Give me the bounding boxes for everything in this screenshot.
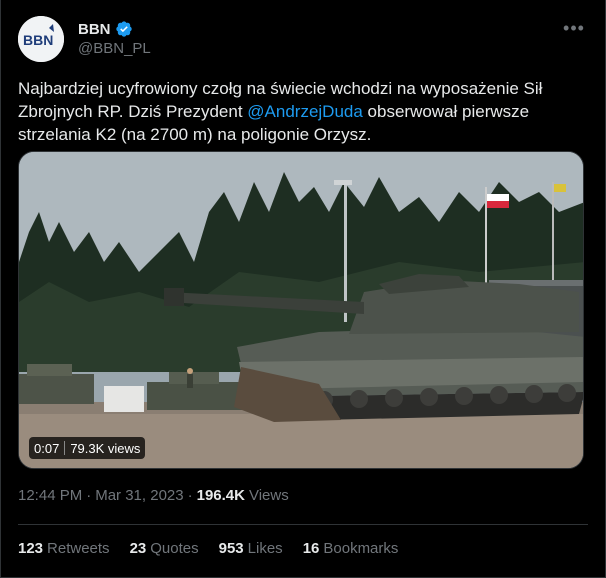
divider: [18, 524, 588, 525]
author-name-row[interactable]: BBN: [78, 20, 133, 38]
meta-dot: ·: [187, 487, 193, 504]
tweet-text: Najbardziej ucyfrowiony czołg na świecie…: [18, 77, 588, 146]
stat-number: 23: [129, 540, 147, 557]
views-label: Views: [248, 487, 289, 504]
stat-number: 123: [18, 540, 44, 557]
stat-number: 953: [218, 540, 244, 557]
meta-dot: ·: [86, 487, 92, 504]
tweet-time[interactable]: 12:44 PM: [18, 487, 82, 504]
stat-number: 16: [302, 540, 320, 557]
video-duration: 0:07: [34, 440, 60, 456]
video-player[interactable]: [18, 151, 584, 469]
stat-quotes[interactable]: 23 Quotes: [130, 540, 199, 557]
author-handle[interactable]: @BBN_PL: [78, 40, 151, 57]
bbn-logo-icon: BBN: [18, 16, 64, 62]
tweet-date[interactable]: Mar 31, 2023: [95, 487, 183, 504]
video-views: 79.3K views: [70, 440, 141, 456]
tweet-meta: 12:44 PM · Mar 31, 2023 · 196.4K Views: [18, 487, 289, 504]
engagement-stats: 123 Retweets 23 Quotes 953 Likes 16 Book…: [18, 540, 418, 557]
svg-text:BBN: BBN: [23, 32, 53, 48]
verified-badge-icon: [115, 21, 132, 37]
badge-separator: [64, 441, 66, 455]
stat-label: Likes: [247, 540, 283, 557]
tank-video-frame: [19, 152, 583, 468]
mention-link[interactable]: @AndrzejDuda: [247, 102, 363, 121]
stat-label: Bookmarks: [323, 540, 399, 557]
stat-label: Retweets: [47, 540, 110, 557]
stat-retweets[interactable]: 123 Retweets: [18, 540, 110, 557]
stat-label: Quotes: [150, 540, 199, 557]
views-count: 196.4K: [196, 487, 245, 504]
display-name[interactable]: BBN: [78, 21, 111, 38]
more-options-icon[interactable]: •••: [559, 16, 589, 40]
stat-bookmarks[interactable]: 16 Bookmarks: [303, 540, 399, 557]
video-badge: 0:07 79.3K views: [29, 437, 146, 459]
tweet-card: BBN BBN @BBN_PL ••• Najbardziej ucyfrowi…: [0, 0, 606, 578]
stat-likes[interactable]: 953 Likes: [219, 540, 283, 557]
avatar[interactable]: BBN: [18, 16, 64, 62]
